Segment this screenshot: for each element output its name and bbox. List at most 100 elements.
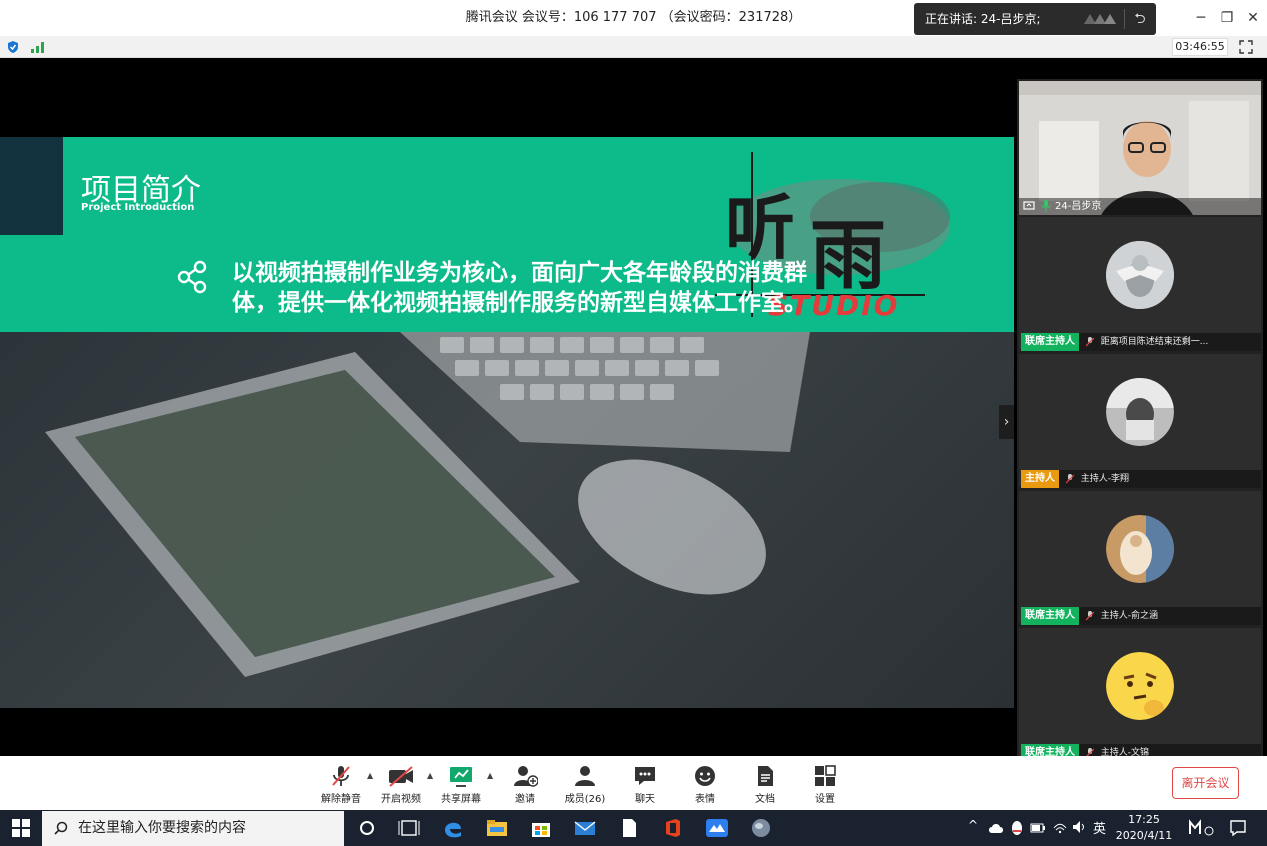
screen-share-icon — [1023, 201, 1035, 210]
document-icon — [758, 766, 773, 786]
avatar — [1106, 515, 1174, 583]
tablet-keyboard-photo — [45, 332, 810, 677]
share-screen-button[interactable]: 共享屏幕 — [434, 764, 488, 805]
windows-start-icon[interactable] — [12, 819, 30, 837]
app-globe-icon[interactable] — [750, 818, 772, 838]
slide-subtitle: Project Introduction — [81, 202, 195, 213]
qq-icon[interactable] — [1010, 820, 1024, 836]
taskbar-search-input[interactable]: 在这里输入你要搜索的内容 — [42, 811, 344, 846]
meeting-toolbar: 解除静音 ▲ 开启视频 ▲ 共享屏幕 ▲ 邀请 成员(26) 聊天 表情 文档 … — [0, 756, 1267, 810]
role-badge: 联席主持人 — [1021, 607, 1079, 625]
task-view-icon[interactable] — [398, 818, 420, 838]
chevron-right-icon[interactable]: › — [999, 405, 1014, 439]
unmute-label: 解除静音 — [321, 794, 361, 805]
tencent-meeting-icon[interactable] — [706, 818, 728, 838]
chevron-up-icon[interactable]: ^ — [968, 818, 978, 832]
chat-button[interactable]: 聊天 — [618, 764, 672, 805]
leave-meeting-button[interactable]: 离开会议 — [1172, 767, 1239, 799]
participant-tile[interactable]: 联席主持人 距离项目陈述结束还剩一... — [1019, 217, 1261, 351]
wifi-icon[interactable] — [1052, 820, 1068, 834]
reaction-label: 表情 — [695, 794, 715, 805]
chevron-up-icon[interactable]: ▲ — [367, 771, 373, 780]
mic-muted-icon — [332, 766, 350, 786]
chevron-up-icon[interactable]: ▲ — [487, 771, 493, 780]
volume-icon[interactable] — [1072, 820, 1088, 834]
ime-logo-icon[interactable] — [1188, 818, 1216, 838]
battery-icon[interactable] — [1030, 822, 1046, 834]
invite-button[interactable]: 邀请 — [498, 764, 552, 805]
camera-off-icon — [389, 766, 413, 787]
participant-video[interactable]: 24-吕步京 — [1019, 81, 1261, 215]
slide-body-text: 以视频拍摄制作业务为核心，面向广大各年龄段的消费群体，提供一体化视频拍摄制作服务… — [232, 260, 807, 316]
role-badge: 联席主持人 — [1021, 744, 1079, 756]
apps-icon — [815, 765, 836, 786]
participant-label: 联席主持人 距离项目陈述结束还剩一... — [1021, 333, 1261, 351]
minimize-button[interactable]: ─ — [1188, 5, 1214, 31]
avatar — [1106, 378, 1174, 446]
ime-indicator[interactable]: 英 — [1093, 818, 1106, 837]
reply-icon[interactable]: ⮌ — [1130, 3, 1150, 35]
store-icon[interactable] — [530, 818, 552, 838]
avatar — [1106, 652, 1174, 720]
participant-tile[interactable]: 联席主持人 主持人-文锦 — [1019, 628, 1261, 756]
chat-icon — [635, 767, 655, 785]
mic-muted-icon — [1065, 473, 1074, 483]
status-bar — [0, 36, 1267, 58]
role-badge: 联席主持人 — [1021, 333, 1079, 351]
emoji-icon — [695, 766, 715, 786]
mail-icon[interactable] — [574, 818, 596, 838]
signal-icon[interactable] — [30, 40, 46, 54]
notepad-icon[interactable] — [618, 818, 640, 838]
participant-tile[interactable]: 主持人 主持人-李翔 — [1019, 354, 1261, 488]
start-video-label: 开启视频 — [381, 794, 421, 805]
participant-name: 主持人-李翔 — [1080, 474, 1129, 484]
speaking-indicator: 正在讲话: 24-吕步京; ⮌ — [914, 3, 1156, 35]
speaking-text: 正在讲话: 24-吕步京; — [925, 12, 1041, 26]
settings-button[interactable]: 设置 — [798, 764, 852, 805]
participants-panel: 24-吕步京 联席主持人 距离项目陈述结束还剩一... 主持人 主持人-李翔 联… — [1017, 79, 1263, 756]
restore-button[interactable]: ❐ — [1214, 5, 1240, 31]
participant-video-label: 24-吕步京 — [1019, 198, 1261, 215]
docs-button[interactable]: 文档 — [738, 764, 792, 805]
svg-text:雨: 雨 — [810, 211, 886, 300]
clock-time[interactable]: 17:25 — [1116, 813, 1172, 826]
share-icon — [177, 260, 207, 294]
role-badge: 主持人 — [1021, 470, 1059, 488]
meeting-timer: 03:46:55 — [1172, 38, 1228, 56]
search-placeholder: 在这里输入你要搜索的内容 — [78, 820, 246, 836]
cloud-icon[interactable] — [988, 822, 1004, 834]
chat-label: 聊天 — [635, 794, 655, 805]
participant-name: 主持人-俞之涵 — [1100, 611, 1158, 621]
close-button[interactable]: ✕ — [1240, 5, 1266, 31]
clock-date[interactable]: 2020/4/11 — [1110, 829, 1178, 842]
mic-muted-icon — [1085, 610, 1094, 620]
slide-header-tab — [0, 137, 63, 235]
participant-name: 24-吕步京 — [1055, 201, 1102, 212]
file-explorer-icon[interactable] — [486, 818, 508, 838]
start-video-button[interactable]: 开启视频 — [374, 764, 428, 805]
participant-name: 主持人-文锦 — [1100, 748, 1149, 756]
share-screen-label: 共享屏幕 — [441, 794, 481, 805]
edge-icon[interactable] — [442, 818, 464, 838]
mic-muted-icon — [1085, 747, 1094, 756]
members-label: 成员(26) — [564, 794, 606, 805]
reaction-button[interactable]: 表情 — [678, 764, 732, 805]
participant-tile[interactable]: 联席主持人 主持人-俞之涵 — [1019, 491, 1261, 625]
office-icon[interactable] — [662, 818, 684, 838]
participant-label: 联席主持人 主持人-文锦 — [1021, 744, 1261, 756]
members-button[interactable]: 成员(26) — [558, 764, 612, 805]
shield-icon[interactable] — [6, 40, 20, 54]
shared-screen: 项目简介 Project Introduction 听 雨 STUDIO 以视频… — [0, 137, 1014, 708]
chevron-up-icon[interactable]: ▲ — [427, 771, 433, 780]
avatar — [1106, 241, 1174, 309]
cortana-icon[interactable] — [356, 818, 378, 838]
svg-text:听: 听 — [725, 186, 795, 269]
users-icon — [575, 766, 595, 786]
settings-label: 设置 — [815, 794, 835, 805]
unmute-button[interactable]: 解除静音 — [314, 764, 368, 805]
mic-muted-icon — [1085, 336, 1094, 346]
fullscreen-icon[interactable] — [1238, 39, 1254, 55]
search-icon — [54, 821, 68, 835]
participant-name: 距离项目陈述结束还剩一... — [1100, 337, 1209, 347]
notification-icon[interactable] — [1229, 819, 1247, 837]
